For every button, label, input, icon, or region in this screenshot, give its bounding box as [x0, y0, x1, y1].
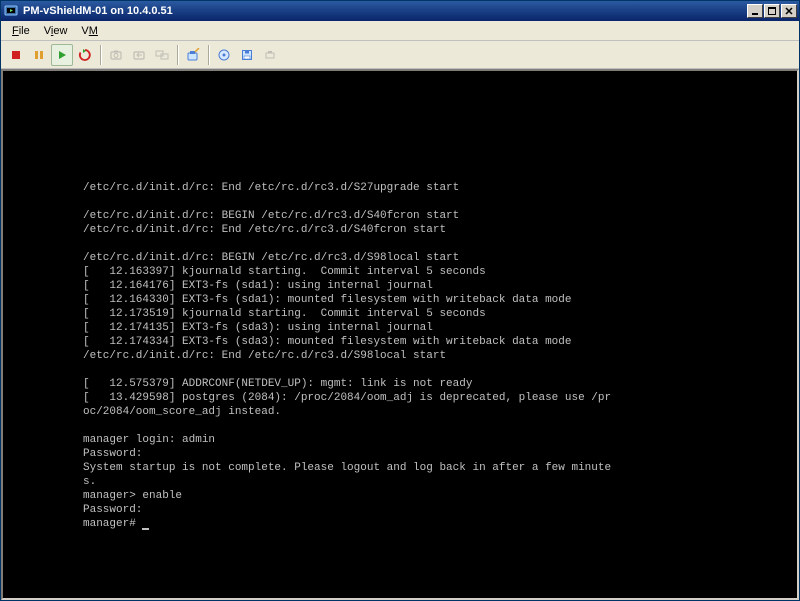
- snapshot-button[interactable]: [105, 44, 127, 66]
- power-off-button[interactable]: [5, 44, 27, 66]
- window-title: PM-vShieldM-01 on 10.4.0.51: [23, 1, 747, 21]
- close-button[interactable]: [781, 4, 797, 18]
- toolbar-separator: [100, 45, 101, 65]
- menu-view[interactable]: View: [37, 23, 75, 39]
- revert-snapshot-button[interactable]: [128, 44, 150, 66]
- connect-usb-button[interactable]: [259, 44, 281, 66]
- vm-console-window: PM-vShieldM-01 on 10.4.0.51 File View VM: [0, 0, 800, 601]
- menu-file[interactable]: File: [5, 23, 37, 39]
- menu-vm[interactable]: VM: [74, 23, 105, 39]
- suspend-button[interactable]: [28, 44, 50, 66]
- menubar: File View VM: [1, 21, 799, 41]
- toolbar-separator: [208, 45, 209, 65]
- app-icon: [3, 3, 19, 19]
- maximize-button[interactable]: [764, 4, 780, 18]
- console-output: /etc/rc.d/init.d/rc: End /etc/rc.d/rc3.d…: [3, 181, 797, 531]
- titlebar[interactable]: PM-vShieldM-01 on 10.4.0.51: [1, 1, 799, 21]
- connect-cdrom-button[interactable]: [213, 44, 235, 66]
- snapshot-manager-button[interactable]: [151, 44, 173, 66]
- reset-button[interactable]: [74, 44, 96, 66]
- vm-settings-button[interactable]: [182, 44, 204, 66]
- power-on-button[interactable]: [51, 44, 73, 66]
- connect-floppy-button[interactable]: [236, 44, 258, 66]
- text-cursor: [142, 528, 149, 530]
- toolbar-separator: [177, 45, 178, 65]
- vm-console[interactable]: /etc/rc.d/init.d/rc: End /etc/rc.d/rc3.d…: [1, 69, 799, 600]
- toolbar: [1, 41, 799, 69]
- minimize-button[interactable]: [747, 4, 763, 18]
- window-controls: [747, 4, 797, 18]
